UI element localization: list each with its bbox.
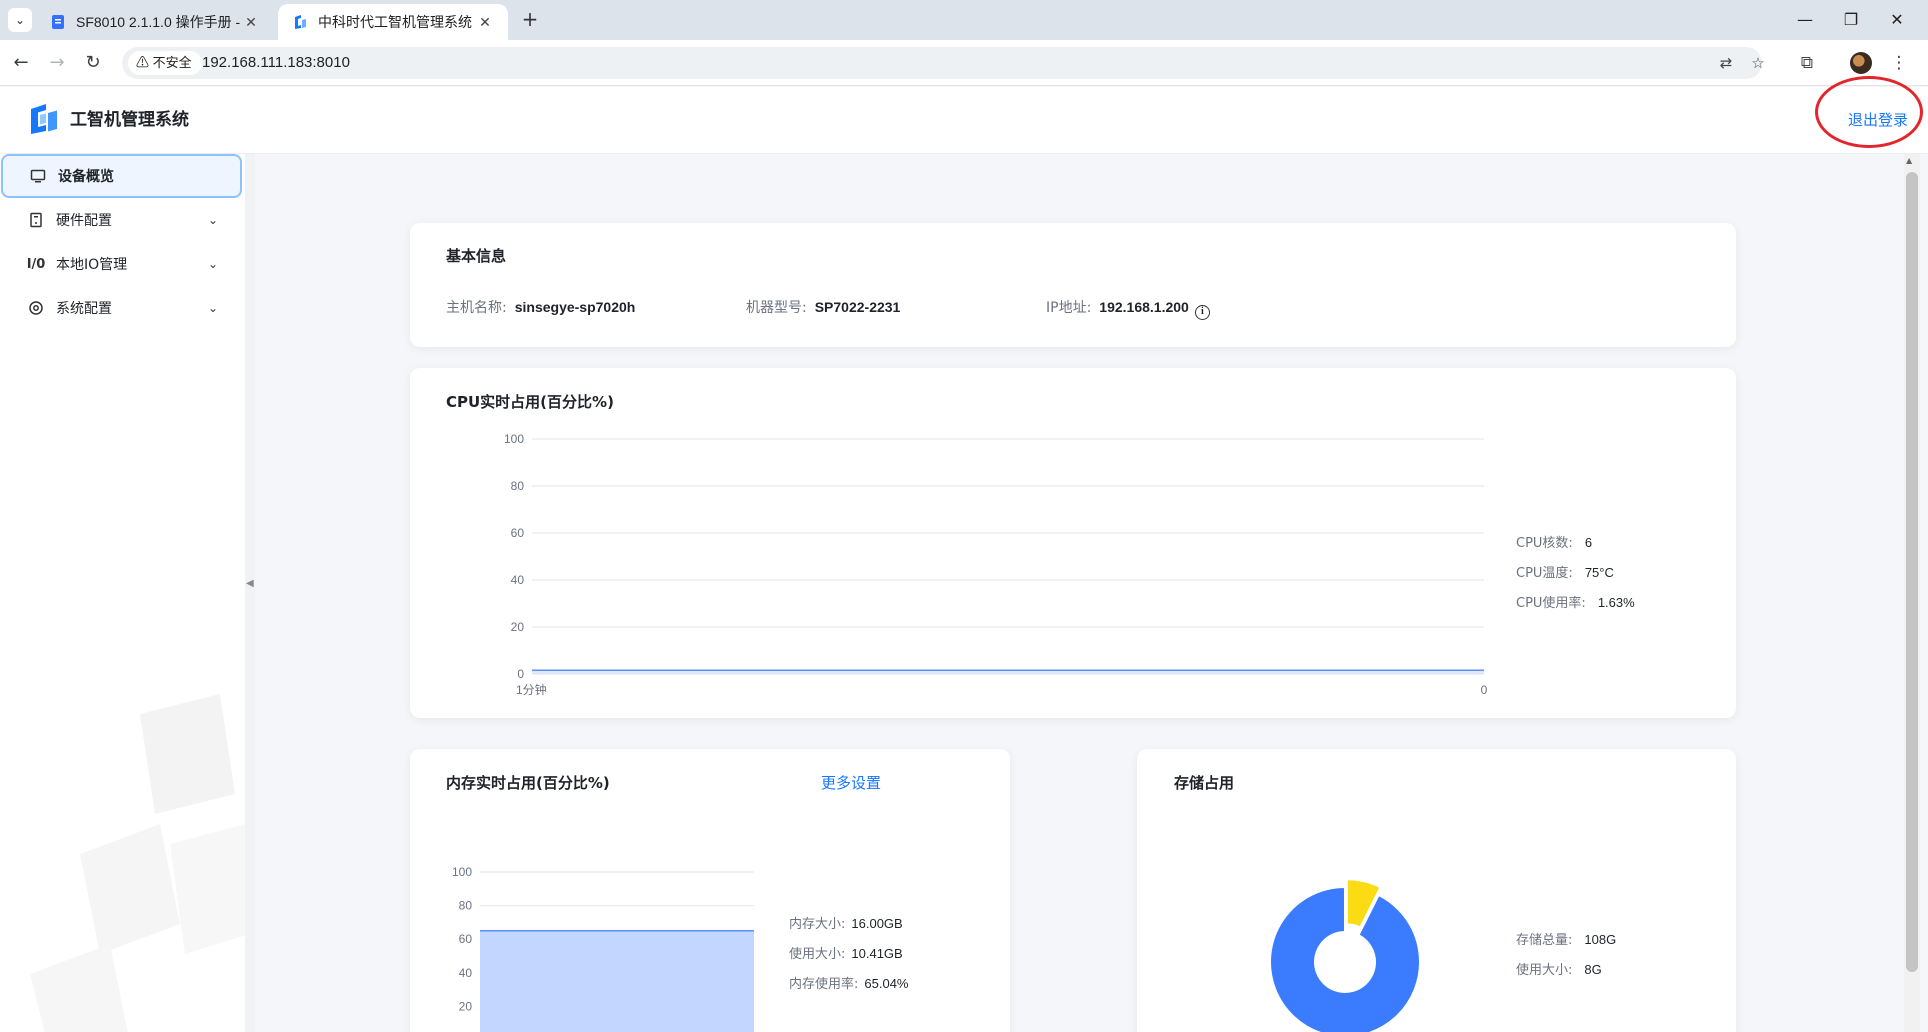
chevron-down-icon: ⌄: [207, 301, 219, 315]
monitor-icon: [30, 168, 46, 184]
storage-title: 存储占用: [1174, 774, 1235, 792]
cpu-cores-stat: CPU核数: 6: [1516, 532, 1592, 551]
decorative-cubes: [30, 694, 245, 1032]
sidebar-item-label: 硬件配置: [56, 213, 112, 229]
settings-icon: [28, 300, 44, 316]
doc-icon: [52, 15, 64, 29]
url-text: 192.168.111.183:8010: [202, 54, 350, 71]
hostname-label: 主机名称:: [446, 300, 507, 316]
app-title: 工智机管理系统: [70, 110, 189, 130]
scroll-up-arrow[interactable]: ▲: [1906, 156, 1912, 165]
browser-tabstrip: ⌄ SF8010 2.1.1.0 操作手册 - 飞书云文档 ✕ 中科时代工智机管…: [0, 0, 1928, 40]
model-value: SP7022-2231: [814, 299, 901, 315]
back-icon[interactable]: ←: [8, 50, 34, 76]
hostname-row: 主机名称: sinsegye-sp7020h: [446, 297, 635, 317]
storage-used-value: 8G: [1584, 962, 1602, 977]
sidebar-item-system-config[interactable]: 系统配置 ⌄: [0, 286, 243, 330]
storage-total-value: 108G: [1584, 932, 1617, 947]
basic-info-card: [410, 223, 1736, 347]
security-chip[interactable]: ⚠ 不安全: [128, 51, 202, 75]
cpu-usage-value: 1.63%: [1597, 595, 1635, 610]
reload-icon[interactable]: ↻: [80, 50, 106, 76]
address-bar: ← → ↻ ⚠ 不安全 192.168.111.183:8010 ⇄ ☆ ⧉ ⋮: [0, 40, 1928, 86]
storage-used-label: 使用大小:: [1516, 963, 1573, 978]
scroll-thumb[interactable]: [1906, 172, 1918, 972]
app-logo-icon: [295, 15, 306, 29]
warning-icon: ⚠: [136, 55, 150, 70]
browser-tab-active[interactable]: 中科时代工智机管理系统 ✕: [278, 4, 508, 40]
model-row: 机器型号: SP7022-2231: [746, 297, 900, 317]
cpu-usage-stat: CPU使用率: 1.63%: [1516, 592, 1635, 611]
new-tab-button[interactable]: +: [518, 8, 542, 32]
restore-icon[interactable]: ❐: [1836, 8, 1866, 32]
ip-value: 192.168.1.200: [1099, 299, 1189, 315]
sidebar-item-label: 系统配置: [56, 301, 112, 317]
cpu-temp-label: CPU温度:: [1516, 566, 1573, 581]
close-icon[interactable]: ✕: [242, 14, 260, 31]
cpu-usage-label: CPU使用率:: [1516, 596, 1586, 611]
chevron-down-icon: ⌄: [207, 257, 219, 271]
menu-kebab-icon[interactable]: ⋮: [1886, 50, 1912, 76]
storage-total-label: 存储总量:: [1516, 933, 1573, 948]
close-window-icon[interactable]: ✕: [1882, 8, 1912, 32]
memory-used-value: 10.41GB: [851, 946, 903, 961]
more-settings-link[interactable]: 更多设置: [821, 772, 881, 793]
memory-used-stat: 使用大小: 10.41GB: [789, 943, 903, 962]
info-icon[interactable]: i: [1194, 305, 1210, 320]
memory-usage-value: 65.04%: [864, 976, 909, 991]
hardware-icon: [28, 212, 44, 228]
cpu-cores-value: 6: [1584, 535, 1593, 550]
hostname-value: sinsegye-sp7020h: [514, 299, 636, 315]
minimize-icon[interactable]: —: [1790, 8, 1820, 32]
sidebar-item-label: 设备概览: [58, 169, 114, 185]
app-header: 工智机管理系统 退出登录: [0, 87, 1928, 154]
browser-tab-manual[interactable]: SF8010 2.1.1.0 操作手册 - 飞书云文档 ✕: [36, 4, 274, 40]
ip-row: IP地址: 192.168.1.200 i: [1046, 297, 1210, 320]
chevron-down-icon: ⌄: [207, 213, 219, 227]
sidebar: 设备概览 硬件配置 ⌄ I/0 本地IO管理 ⌄ 系统配置 ⌄: [0, 154, 245, 1032]
io-icon: I/0: [26, 256, 46, 272]
sidebar-item-label: 本地IO管理: [56, 257, 128, 273]
bookmark-star-icon[interactable]: ☆: [1746, 51, 1770, 75]
storage-total-stat: 存储总量: 108G: [1516, 929, 1616, 948]
cpu-temp-value: 75°C: [1584, 565, 1614, 580]
model-label: 机器型号:: [746, 300, 807, 316]
sidebar-item-hardware-config[interactable]: 硬件配置 ⌄: [0, 198, 243, 242]
tab-title: SF8010 2.1.1.0 操作手册 - 飞书云文档: [76, 14, 242, 30]
sidebar-divider: [245, 154, 255, 1032]
memory-title: 内存实时占用(百分比%): [446, 774, 610, 792]
memory-usage-label: 内存使用率:: [789, 977, 859, 992]
logout-link[interactable]: 退出登录: [1848, 87, 1908, 154]
tab-search-button[interactable]: ⌄: [8, 8, 32, 32]
cpu-title: CPU实时占用(百分比%): [446, 393, 614, 411]
memory-used-label: 使用大小:: [789, 947, 846, 962]
memory-size-value: 16.00GB: [851, 916, 903, 931]
ip-label: IP地址:: [1046, 300, 1092, 316]
security-label: 不安全: [152, 55, 192, 70]
cpu-temp-stat: CPU温度: 75°C: [1516, 562, 1614, 581]
storage-used-stat: 使用大小: 8G: [1516, 959, 1602, 978]
basic-info-title: 基本信息: [446, 247, 507, 265]
profile-avatar[interactable]: [1850, 52, 1872, 74]
memory-usage-stat: 内存使用率: 65.04%: [789, 973, 908, 992]
cpu-cores-label: CPU核数:: [1516, 536, 1573, 551]
forward-icon[interactable]: →: [44, 50, 70, 76]
memory-size-stat: 内存大小: 16.00GB: [789, 913, 903, 932]
sidebar-item-device-overview[interactable]: 设备概览: [1, 154, 242, 198]
sidebar-item-local-io[interactable]: I/0 本地IO管理 ⌄: [0, 242, 243, 286]
url-field[interactable]: ⚠ 不安全 192.168.111.183:8010 ⇄ ☆: [122, 47, 1765, 79]
app-logo-icon: [31, 104, 57, 134]
tab-title: 中科时代工智机管理系统: [318, 14, 472, 30]
extensions-icon[interactable]: ⧉: [1794, 50, 1820, 76]
collapse-sidebar-icon[interactable]: ◀: [246, 578, 254, 589]
translate-icon[interactable]: ⇄: [1714, 51, 1738, 75]
memory-size-label: 内存大小:: [789, 917, 846, 932]
close-icon[interactable]: ✕: [476, 14, 494, 31]
